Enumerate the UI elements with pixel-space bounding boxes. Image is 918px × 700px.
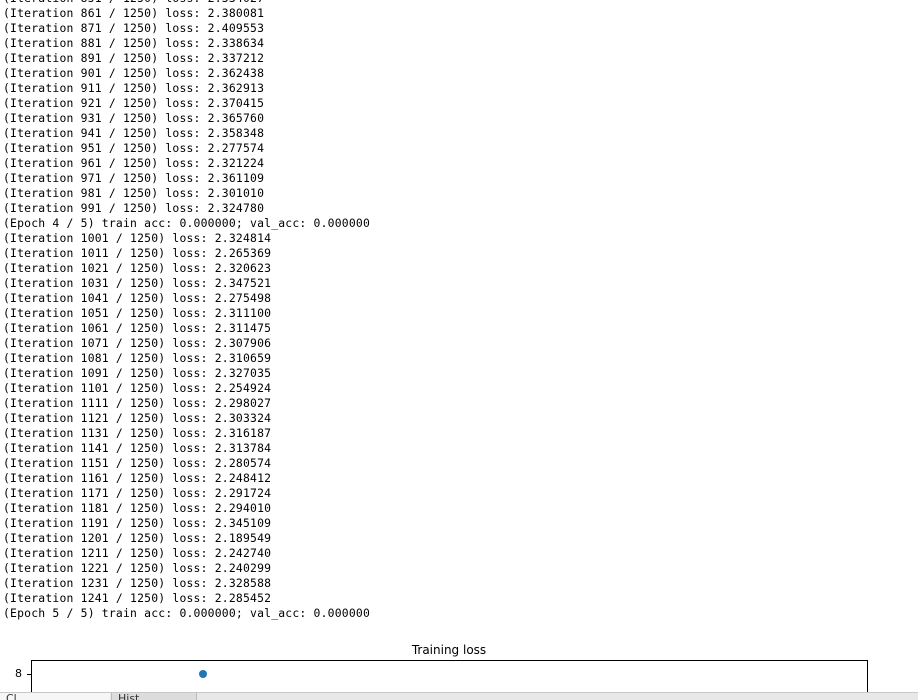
log-line: (Iteration 901 / 1250) loss: 2.362438 xyxy=(3,66,265,80)
log-line: (Iteration 1131 / 1250) loss: 2.316187 xyxy=(3,426,272,440)
log-line: (Iteration 1221 / 1250) loss: 2.240299 xyxy=(3,561,272,575)
log-line: (Iteration 1091 / 1250) loss: 2.327035 xyxy=(3,366,272,380)
log-line: (Iteration 971 / 1250) loss: 2.361109 xyxy=(3,171,265,185)
log-line: (Iteration 941 / 1250) loss: 2.358348 xyxy=(3,126,265,140)
log-line: (Iteration 981 / 1250) loss: 2.301010 xyxy=(3,186,265,200)
log-line: (Iteration 1201 / 1250) loss: 2.189549 xyxy=(3,531,272,545)
log-line: (Iteration 1161 / 1250) loss: 2.248412 xyxy=(3,471,272,485)
log-line: (Iteration 1021 / 1250) loss: 2.320623 xyxy=(3,261,272,275)
log-line: (Iteration 951 / 1250) loss: 2.277574 xyxy=(3,141,265,155)
y-tick-label: 8 xyxy=(15,667,22,680)
log-line: (Iteration 1071 / 1250) loss: 2.307906 xyxy=(3,336,272,350)
log-line: (Iteration 1171 / 1250) loss: 2.291724 xyxy=(3,486,272,500)
log-line: (Iteration 1231 / 1250) loss: 2.328588 xyxy=(3,576,272,590)
log-line: (Iteration 961 / 1250) loss: 2.321224 xyxy=(3,156,265,170)
log-line: (Iteration 1051 / 1250) loss: 2.311100 xyxy=(3,306,272,320)
log-line: (Epoch 5 / 5) train acc: 0.000000; val_a… xyxy=(3,606,371,620)
log-line: (Iteration 891 / 1250) loss: 2.337212 xyxy=(3,51,265,65)
log-line: (Epoch 4 / 5) train acc: 0.000000; val_a… xyxy=(3,216,371,230)
log-line: (Iteration 861 / 1250) loss: 2.380081 xyxy=(3,6,265,20)
log-line: (Iteration 921 / 1250) loss: 2.370415 xyxy=(3,96,265,110)
log-line: (Iteration 1041 / 1250) loss: 2.275498 xyxy=(3,291,272,305)
log-line: (Iteration 1151 / 1250) loss: 2.280574 xyxy=(3,456,272,470)
log-line: (Iteration 1061 / 1250) loss: 2.311475 xyxy=(3,321,272,335)
log-line: (Iteration 1181 / 1250) loss: 2.294010 xyxy=(3,501,272,515)
log-line: (Iteration 911 / 1250) loss: 2.362913 xyxy=(3,81,265,95)
log-line: (Iteration 1011 / 1250) loss: 2.265369 xyxy=(3,246,272,260)
log-line: (Iteration 1081 / 1250) loss: 2.310659 xyxy=(3,351,272,365)
log-line: (Iteration 1241 / 1250) loss: 2.285452 xyxy=(3,591,272,605)
log-line: (Iteration 1111 / 1250) loss: 2.298027 xyxy=(3,396,272,410)
output-log: (Iteration 851 / 1250) loss: 2.334027(It… xyxy=(3,0,918,621)
log-line: (Iteration 1101 / 1250) loss: 2.254924 xyxy=(3,381,272,395)
log-line: (Iteration 1141 / 1250) loss: 2.313784 xyxy=(3,441,272,455)
log-line: (Iteration 931 / 1250) loss: 2.365760 xyxy=(3,111,265,125)
plot-title: Training loss xyxy=(411,643,487,657)
log-line: (Iteration 1121 / 1250) loss: 2.303324 xyxy=(3,411,272,425)
log-line: (Iteration 871 / 1250) loss: 2.409553 xyxy=(3,21,265,35)
log-line: (Iteration 1211 / 1250) loss: 2.242740 xyxy=(3,546,272,560)
data-point xyxy=(199,670,207,678)
log-line: (Iteration 1001 / 1250) loss: 2.324814 xyxy=(3,231,272,245)
log-line: (Iteration 1191 / 1250) loss: 2.345109 xyxy=(3,516,272,530)
log-line: (Iteration 881 / 1250) loss: 2.338634 xyxy=(3,36,265,50)
y-tick-mark xyxy=(27,674,31,675)
log-line: (Iteration 1031 / 1250) loss: 2.347521 xyxy=(3,276,272,290)
log-line: (Iteration 991 / 1250) loss: 2.324780 xyxy=(3,201,265,215)
